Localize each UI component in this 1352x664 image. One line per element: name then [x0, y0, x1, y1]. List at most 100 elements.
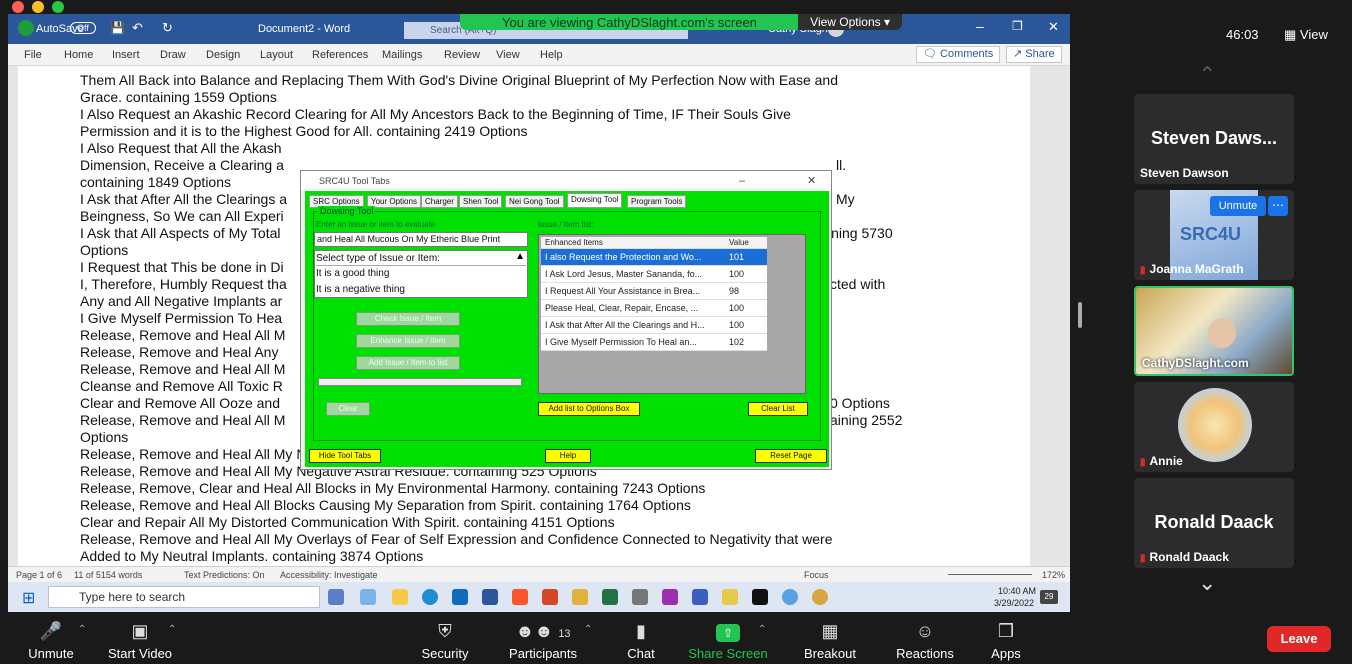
- menu-design[interactable]: Design: [206, 49, 240, 61]
- chevron-up-icon[interactable]: ⌃: [78, 624, 86, 635]
- participant-tile[interactable]: ▮ Annie: [1134, 382, 1294, 472]
- undo-icon[interactable]: ↶: [132, 20, 143, 36]
- minimize-dot-icon[interactable]: [32, 1, 44, 13]
- restore-icon[interactable]: ❐: [1012, 19, 1023, 33]
- focus-button[interactable]: Focus: [804, 570, 829, 580]
- security-button[interactable]: ⛨ Security: [416, 620, 474, 661]
- help-button[interactable]: Help: [545, 449, 591, 463]
- app-icon[interactable]: [752, 589, 768, 605]
- tab-program-tools[interactable]: Program Tools: [627, 195, 687, 208]
- zoom-slider[interactable]: [948, 574, 1032, 575]
- menu-draw[interactable]: Draw: [160, 49, 186, 61]
- menu-review[interactable]: Review: [444, 49, 480, 61]
- tab-charger[interactable]: Charger: [421, 195, 458, 208]
- table-row[interactable]: Please Heal, Clear, Repair, Encase, ... 1…: [541, 300, 767, 317]
- type-option-negative[interactable]: It is a negative thing: [316, 284, 405, 295]
- share-button[interactable]: ↗ Share: [1006, 46, 1062, 63]
- text-predictions[interactable]: Text Predictions: On: [184, 570, 265, 580]
- autosave-toggle[interactable]: Off: [70, 22, 96, 34]
- hide-tool-tabs-button[interactable]: Hide Tool Tabs: [309, 449, 381, 463]
- menu-home[interactable]: Home: [64, 49, 93, 61]
- word-count[interactable]: 11 of 5154 words: [74, 570, 142, 580]
- issue-input[interactable]: and Heal All Mucous On My Etheric Blue P…: [314, 232, 528, 247]
- file-explorer-icon[interactable]: [392, 589, 408, 605]
- task-view-icon[interactable]: [328, 589, 344, 605]
- add-list-to-options-button[interactable]: Add list to Options Box: [538, 402, 640, 416]
- menu-insert[interactable]: Insert: [112, 49, 140, 61]
- add-issue-button[interactable]: Add Issue / Item to list: [356, 356, 460, 370]
- issue-list-box[interactable]: Enhanced Items Value I also Request the P…: [538, 234, 806, 394]
- clear-button[interactable]: Clear: [326, 402, 370, 416]
- folder-icon[interactable]: [572, 589, 588, 605]
- chevron-up-icon[interactable]: ⌃: [584, 624, 592, 635]
- taskbar-search[interactable]: Type here to search: [48, 586, 320, 608]
- menu-references[interactable]: References: [312, 49, 368, 61]
- dialog-close-icon[interactable]: ✕: [807, 171, 816, 191]
- view-options-button[interactable]: View Options ▾: [798, 14, 902, 30]
- zoom-level[interactable]: 172%: [1042, 570, 1065, 580]
- dialog-minimize-icon[interactable]: –: [739, 171, 745, 191]
- unmute-participant-button[interactable]: Unmute: [1210, 196, 1266, 216]
- tab-shen-tool[interactable]: Shen Tool: [459, 195, 503, 208]
- menu-help[interactable]: Help: [540, 49, 563, 61]
- outlook-icon[interactable]: [452, 589, 468, 605]
- menu-file[interactable]: File: [24, 49, 42, 61]
- edge-icon[interactable]: [422, 589, 438, 605]
- unmute-button[interactable]: 🎤 Unmute: [22, 620, 80, 661]
- close-dot-icon[interactable]: [12, 1, 24, 13]
- settings-icon[interactable]: [632, 589, 648, 605]
- scroll-down-icon[interactable]: ⌄: [1198, 570, 1216, 596]
- enhance-issue-button[interactable]: Enhance Issue / Item: [356, 334, 460, 348]
- type-option-good[interactable]: It is a good thing: [316, 268, 389, 279]
- document-page[interactable]: Them All Back into Balance and Replacing…: [18, 66, 1030, 566]
- tab-dowsing-tool[interactable]: Dowsing Tool: [567, 193, 623, 208]
- maximize-dot-icon[interactable]: [52, 1, 64, 13]
- table-row[interactable]: I Give Myself Permission To Heal an... 10…: [541, 334, 767, 351]
- page-count[interactable]: Page 1 of 6: [16, 570, 62, 580]
- reset-page-button[interactable]: Reset Page: [755, 449, 827, 463]
- app-icon[interactable]: [360, 589, 376, 605]
- taskbar-date[interactable]: 3/29/2022: [994, 598, 1034, 608]
- close-icon[interactable]: ✕: [1048, 19, 1059, 35]
- mc-icon[interactable]: [722, 589, 738, 605]
- comments-button[interactable]: 🗨 Comments: [916, 46, 1001, 63]
- participant-tile-active[interactable]: CathyDSlaght.com: [1134, 286, 1294, 376]
- menu-view[interactable]: View: [496, 49, 520, 61]
- accessibility-status[interactable]: Accessibility: Investigate: [280, 570, 378, 580]
- chevron-up-icon[interactable]: ⌃: [758, 624, 766, 635]
- windows-start-icon[interactable]: ⊞: [22, 588, 35, 608]
- redo-icon[interactable]: ↻: [162, 20, 173, 36]
- tab-nei-gong-tool[interactable]: Nei Gong Tool: [505, 195, 564, 208]
- menu-mailings[interactable]: Mailings: [382, 49, 422, 61]
- table-row[interactable]: I Request All Your Assistance in Brea...…: [541, 283, 767, 300]
- p4v-icon[interactable]: [692, 589, 708, 605]
- chat-button[interactable]: ▮ Chat: [620, 620, 662, 661]
- chevron-up-icon[interactable]: ⌃: [168, 624, 176, 635]
- excel-icon[interactable]: [602, 589, 618, 605]
- participant-tile[interactable]: Steven Daws... Steven Dawson: [1134, 94, 1294, 184]
- table-row[interactable]: I Ask Lord Jesus, Master Sananda, fo... 1…: [541, 266, 767, 283]
- participant-tile[interactable]: SRC4U Unmute ⋯ ▮ Joanna MaGrath: [1134, 190, 1294, 280]
- notification-badge[interactable]: 29: [1040, 590, 1058, 604]
- check-issue-button[interactable]: Check Issue / Item: [356, 312, 460, 326]
- column-header[interactable]: Enhanced Items: [545, 238, 725, 247]
- more-options-icon[interactable]: ⋯: [1268, 196, 1288, 216]
- browser-icon[interactable]: [782, 589, 798, 605]
- start-video-button[interactable]: ▣ Start Video: [104, 620, 176, 661]
- table-row[interactable]: I Ask that After All the Clearings and H…: [541, 317, 767, 334]
- participant-tile[interactable]: Ronald Daack ▮ Ronald Daack: [1134, 478, 1294, 568]
- table-row[interactable]: I also Request the Protection and Wo... 1…: [541, 249, 767, 266]
- brave-icon[interactable]: [512, 589, 528, 605]
- share-screen-button[interactable]: ⇧ Share Screen: [688, 620, 768, 661]
- p4-icon[interactable]: [662, 589, 678, 605]
- minimize-icon[interactable]: –: [976, 18, 984, 34]
- panel-resize-handle[interactable]: [1078, 302, 1082, 328]
- taskbar-time[interactable]: 10:40 AM: [998, 586, 1036, 596]
- reactions-button[interactable]: ☺ Reactions: [894, 620, 956, 661]
- apps-button[interactable]: ❒ Apps: [986, 620, 1026, 661]
- leave-button[interactable]: Leave: [1267, 626, 1331, 652]
- menu-layout[interactable]: Layout: [260, 49, 293, 61]
- column-header[interactable]: Value: [729, 238, 749, 247]
- scroll-up-icon[interactable]: ⌃: [1198, 62, 1216, 88]
- word-icon[interactable]: [482, 589, 498, 605]
